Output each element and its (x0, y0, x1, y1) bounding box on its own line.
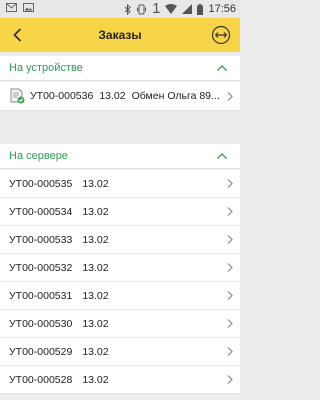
section-label: На устройстве (9, 62, 83, 74)
order-description: Обмен Ольга 89... (131, 90, 220, 102)
status-bar: 1 17:56 (0, 0, 240, 18)
sync-icon[interactable] (210, 25, 232, 45)
order-date: 13.02 (82, 234, 109, 246)
section-header-device[interactable]: На устройстве (0, 56, 240, 81)
list-item[interactable]: УТ00-000535 13.02 (0, 170, 240, 198)
vibrate-icon (137, 4, 147, 14)
chevron-up-icon[interactable] (216, 151, 228, 161)
signal-icon (182, 4, 193, 14)
document-checked-icon (10, 88, 25, 104)
order-number: УТ00-000533 (9, 234, 73, 246)
chevron-right-icon (227, 319, 233, 328)
order-number: УТ00-000536 (30, 90, 94, 102)
chevron-right-icon (227, 291, 233, 300)
order-date: 13.02 (82, 374, 109, 386)
list-item[interactable]: УТ00-000528 13.02 (0, 366, 240, 394)
section-header-server[interactable]: На сервере (0, 144, 240, 169)
chevron-up-icon[interactable] (216, 63, 228, 73)
order-date: 13.02 (82, 206, 109, 218)
chevron-right-icon (227, 235, 233, 244)
order-number: УТ00-000530 (9, 318, 73, 330)
image-icon (22, 3, 34, 12)
chevron-right-icon (227, 92, 233, 101)
list-item[interactable]: УТ00-000531 13.02 (0, 282, 240, 310)
list-item[interactable]: УТ00-000534 13.02 (0, 198, 240, 226)
sim-indicator: 1 (152, 0, 161, 17)
clock: 17:56 (208, 3, 236, 15)
order-date: 13.02 (99, 90, 126, 102)
list-item[interactable]: УТ00-000536 13.02 Обмен Ольга 89... (0, 82, 240, 111)
section-divider (0, 111, 240, 144)
order-number: УТ00-000529 (9, 346, 73, 358)
order-number: УТ00-000535 (9, 178, 73, 190)
chevron-right-icon (227, 375, 233, 384)
order-number: УТ00-000531 (9, 290, 73, 302)
battery-icon (197, 3, 204, 15)
mail-icon (6, 3, 17, 12)
chevron-right-icon (227, 263, 233, 272)
order-date: 13.02 (82, 262, 109, 274)
order-date: 13.02 (82, 318, 109, 330)
list-item[interactable]: УТ00-000529 13.02 (0, 338, 240, 366)
page-title: Заказы (98, 28, 142, 42)
bluetooth-icon (124, 3, 131, 15)
order-number: УТ00-000528 (9, 374, 73, 386)
order-number: УТ00-000532 (9, 262, 73, 274)
order-date: 13.02 (82, 290, 109, 302)
order-date: 13.02 (82, 178, 109, 190)
chevron-right-icon (227, 347, 233, 356)
list-item[interactable]: УТ00-000532 13.02 (0, 254, 240, 282)
notification-icons (6, 3, 34, 15)
chevron-right-icon (227, 207, 233, 216)
list-item[interactable]: УТ00-000533 13.02 (0, 226, 240, 254)
list-item[interactable]: УТ00-000530 13.02 (0, 310, 240, 338)
order-number: УТ00-000534 (9, 206, 73, 218)
section-label: На сервере (9, 150, 68, 162)
order-date: 13.02 (82, 346, 109, 358)
wifi-icon (165, 4, 178, 14)
app-bar: Заказы (0, 18, 240, 52)
chevron-right-icon (227, 179, 233, 188)
